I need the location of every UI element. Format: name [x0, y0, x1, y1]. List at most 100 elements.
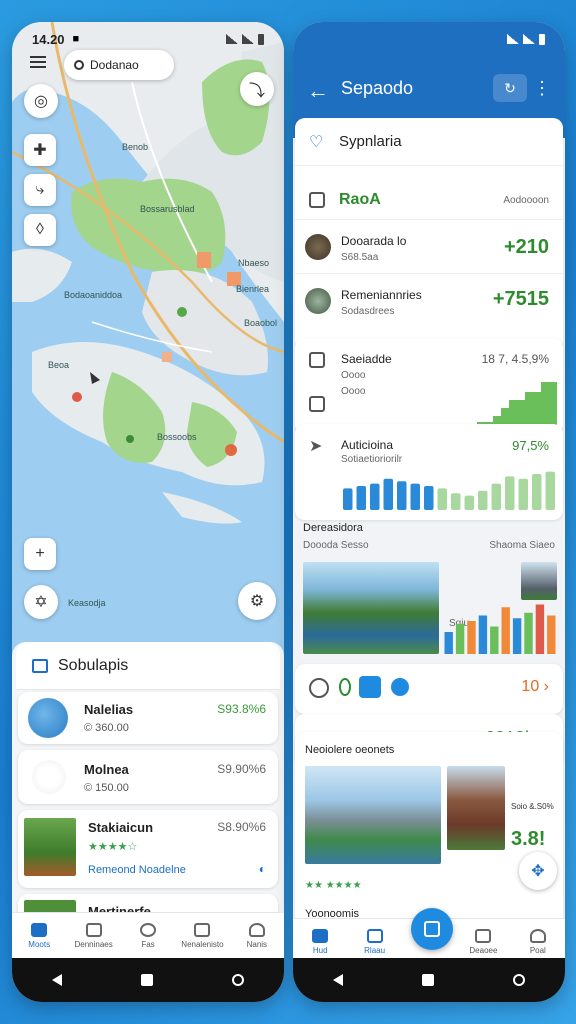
- nav-label: Moots: [28, 939, 51, 949]
- nav-label: Nanis: [246, 939, 268, 949]
- header-value: Aodoooon: [503, 195, 549, 206]
- more-options-icon[interactable]: ⋮: [533, 78, 551, 99]
- activity-value: 97,5%: [512, 438, 549, 453]
- nav-item-moots[interactable]: Moots: [12, 913, 66, 958]
- map-label: Bodaoaniddoa: [64, 290, 123, 300]
- list-item[interactable]: Nalelias © 360.00 S93.8%6: [18, 692, 278, 744]
- battery-icon: [258, 33, 264, 45]
- signal-icon: [507, 34, 519, 44]
- header-label: RaoA: [339, 191, 381, 208]
- list-row[interactable]: Dooarada lo S68.5aa +210: [295, 220, 563, 274]
- location-button[interactable]: ◎: [24, 84, 58, 118]
- gallery-bar: [467, 621, 476, 654]
- map-label: Benob: [122, 142, 149, 152]
- recents-icon[interactable]: [232, 974, 245, 986]
- menu-icon[interactable]: [30, 56, 46, 68]
- home-square-icon[interactable]: [140, 974, 153, 986]
- route-button[interactable]: ⤷: [24, 174, 56, 206]
- activity-chart: [343, 471, 555, 510]
- refresh-button[interactable]: ↻: [493, 74, 527, 102]
- back-icon[interactable]: [332, 974, 343, 986]
- scan-fab-button[interactable]: [411, 908, 453, 950]
- count-text: 10: [521, 678, 540, 695]
- layers-button[interactable]: ◊: [24, 214, 56, 246]
- gallery-bar: [455, 623, 465, 654]
- home-icon: [309, 396, 325, 412]
- search-icon: [74, 60, 84, 70]
- back-icon[interactable]: [51, 974, 62, 986]
- row-title: Dooarada lo: [341, 234, 407, 248]
- sheet-title: Sobulapis: [58, 656, 129, 674]
- stats-card[interactable]: Saeiadde Oooo Oooo 18 7, 4.5,9%: [295, 338, 563, 434]
- grid-icon[interactable]: [359, 676, 381, 698]
- nav-item-nenalenisto[interactable]: Nenalenisto: [175, 913, 229, 958]
- gallery-photo[interactable]: [303, 562, 439, 654]
- list-icon: [85, 922, 102, 937]
- info-icon[interactable]: ◐: [259, 862, 266, 876]
- nav-label: Fas: [141, 939, 155, 949]
- activity-title: Auticioina: [341, 438, 394, 452]
- building-icon: [309, 192, 325, 208]
- back-arrow-icon[interactable]: ←: [307, 78, 329, 104]
- left-phone: 14.20 ■ Dodanao ◎ ✚ ⤷ ◊ ⤵ + ✡ ⚙ Benob Bo…: [12, 22, 284, 1002]
- wifi-icon: [523, 34, 535, 44]
- count-value[interactable]: 10 ›: [521, 678, 549, 696]
- item-sub: © 150.00: [84, 782, 129, 794]
- place-photo[interactable]: [305, 766, 441, 864]
- stats-chart: [341, 382, 557, 430]
- icons-row-card: 10 ›: [295, 664, 563, 714]
- list-row[interactable]: Remeniannries Sodasdrees +7515: [295, 274, 563, 328]
- android-nav-bar: [293, 958, 565, 1002]
- zoom-in-button[interactable]: +: [24, 538, 56, 570]
- home-square-icon[interactable]: [421, 974, 434, 986]
- home-icon: [312, 928, 329, 943]
- play-icon[interactable]: [391, 678, 409, 696]
- gallery-right-label: Shaoma Siaeo: [489, 540, 555, 551]
- rating-stars: ★★★★☆: [88, 841, 138, 853]
- recents-icon[interactable]: [513, 974, 526, 986]
- emoji-icon[interactable]: [309, 678, 329, 698]
- compass-button[interactable]: ✚: [24, 134, 56, 166]
- person-icon: [248, 922, 265, 937]
- sheet-header[interactable]: Sobulapis: [16, 642, 280, 690]
- item-name: Nalelias: [84, 702, 134, 717]
- item-value: S93.8%6: [217, 702, 266, 716]
- image-icon: [194, 922, 211, 937]
- refresh-icon: ↻: [504, 79, 516, 96]
- leaf-icon[interactable]: [339, 678, 351, 696]
- item-sub: © 360.00: [84, 722, 129, 734]
- settings-button[interactable]: ⚙: [238, 582, 276, 620]
- nav-label: Hud: [312, 945, 328, 955]
- avatar: [32, 760, 66, 794]
- expand-button[interactable]: ✥: [519, 852, 557, 890]
- place-photo[interactable]: [447, 766, 505, 850]
- gallery-bar: [512, 618, 522, 654]
- nav-item-denninaes[interactable]: Denninaes: [66, 913, 120, 958]
- calendar-icon: [32, 658, 48, 673]
- map-label: Bienrlea: [236, 284, 270, 294]
- item-link[interactable]: Remeond Noadelne: [88, 864, 186, 876]
- gallery-mini-photo[interactable]: [521, 562, 557, 600]
- item-name: Stakiaicun: [88, 820, 154, 835]
- nav-item-fas[interactable]: Fas: [121, 913, 175, 958]
- nav-label: Deaoee: [469, 945, 498, 955]
- list-item[interactable]: Stakiaicun ★★★★☆ Remeond Noadelne S8.90%…: [18, 810, 278, 888]
- gallery-bar: [535, 604, 545, 654]
- nav-label: Nenalenisto: [181, 939, 224, 949]
- row-sub: Sodasdrees: [341, 306, 395, 317]
- activity-card[interactable]: ➤ Auticioina Sotiaetioriorilr 97,5%: [295, 424, 563, 520]
- map-label: Bossoobs: [157, 432, 197, 442]
- activity-bar: [383, 478, 393, 510]
- activity-bar: [478, 490, 488, 510]
- recenter-button[interactable]: ✡: [24, 585, 58, 619]
- search-text: Dodanao: [90, 58, 139, 72]
- direction-button[interactable]: ⤵: [240, 72, 274, 106]
- gallery-bar: [547, 615, 556, 654]
- favorite-icon: [140, 922, 157, 937]
- list-item[interactable]: Molnea © 150.00 S9.90%6: [18, 750, 278, 804]
- send-icon: ➤: [309, 438, 323, 455]
- nav-label: Poal: [529, 945, 546, 955]
- wifi-icon: [242, 34, 254, 44]
- nav-item-nanis[interactable]: Nanis: [230, 913, 284, 958]
- gallery-bar: [490, 626, 499, 654]
